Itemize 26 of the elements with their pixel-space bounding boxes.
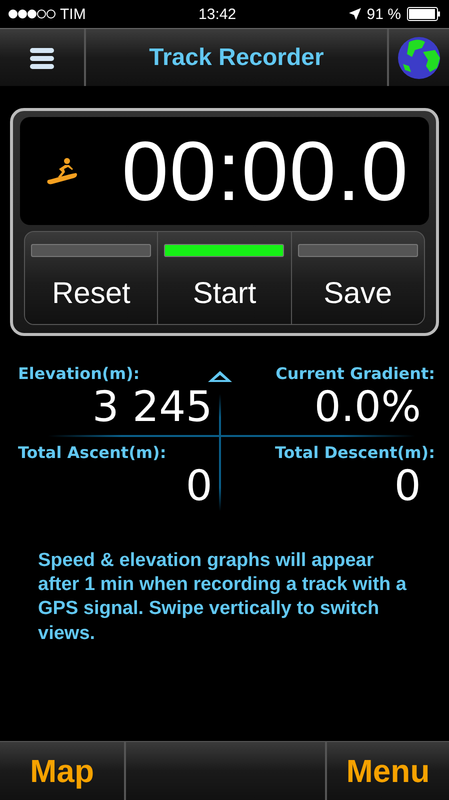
carrier-name: TIM — [60, 6, 86, 22]
elapsed-time: 00:00.0 — [122, 122, 409, 220]
stat-label: Total Ascent(m): — [18, 443, 168, 462]
stat-label: Elevation(m): — [18, 364, 141, 383]
snowboarder-icon — [46, 156, 78, 186]
stat-value: 0 — [184, 462, 212, 511]
menu-button[interactable]: Menu — [325, 742, 449, 800]
map-button[interactable]: Map — [0, 742, 126, 800]
stat-value: 3 245 — [91, 383, 212, 432]
location-arrow-icon — [348, 8, 361, 20]
timer-button[interactable]: Reset — [25, 232, 158, 324]
globe-icon[interactable] — [397, 36, 441, 80]
stat-value: 0.0% — [313, 383, 422, 432]
stat-label: Total Descent(m): — [274, 443, 435, 462]
stat-label: Current Gradient: — [274, 364, 435, 383]
battery-icon — [406, 7, 441, 21]
collapse-arrow-icon[interactable] — [206, 370, 232, 383]
menu-icon[interactable] — [29, 46, 55, 68]
battery-percent: 91 % — [366, 6, 401, 22]
info-message: Speed & elevation graphs will appear after 1 min when recording a track with a GPS signal. Swipe vertically to switch views. — [38, 548, 408, 646]
stat-value: 0 — [393, 462, 422, 511]
screen-title: Track Recorder — [149, 44, 324, 72]
signal-icon — [8, 9, 56, 19]
timer-button[interactable]: Start — [158, 232, 292, 324]
clock-time: 13:42 — [198, 6, 236, 22]
timer-button[interactable]: Save — [292, 232, 424, 324]
